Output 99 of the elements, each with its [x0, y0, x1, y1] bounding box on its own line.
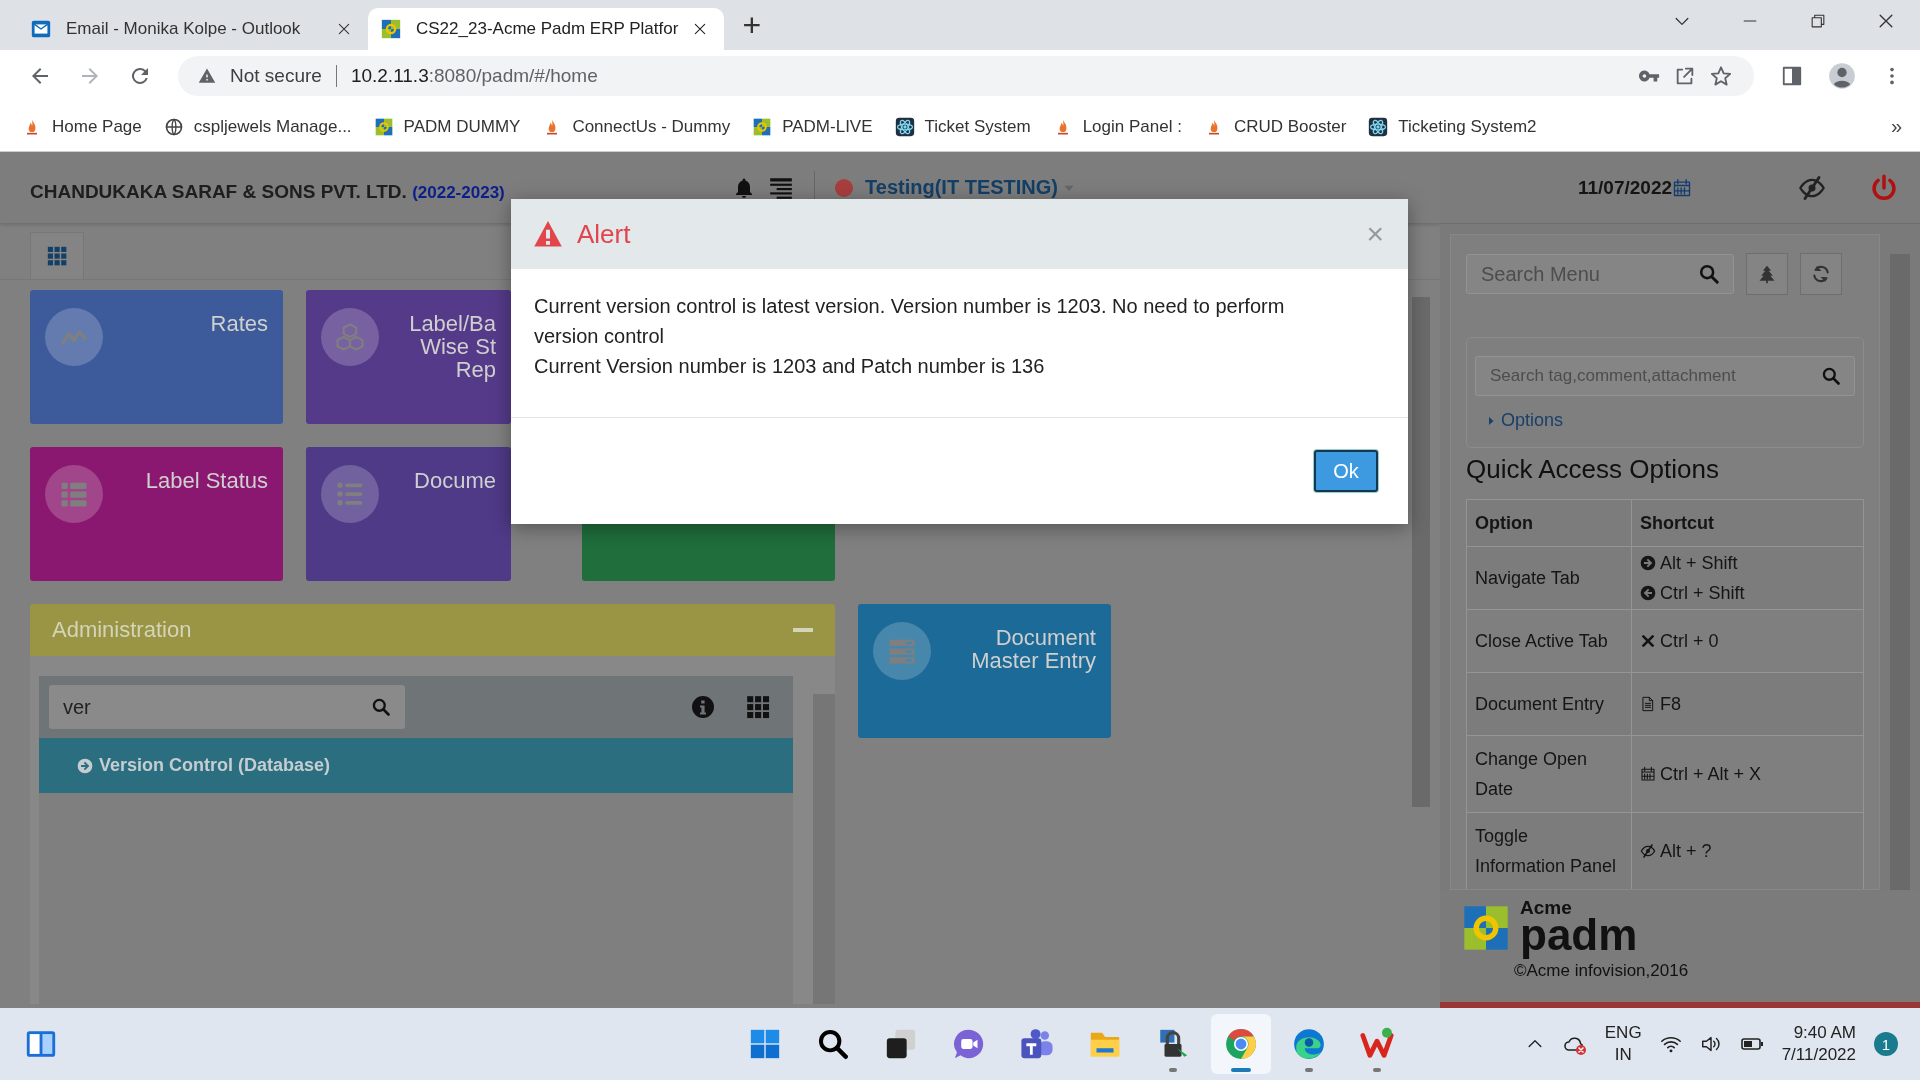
teams-logo-icon — [1020, 1027, 1055, 1061]
atom-icon — [1368, 116, 1389, 137]
globe-icon — [163, 116, 184, 137]
warning-icon — [198, 67, 216, 85]
arrow-circle-left-icon — [1640, 585, 1656, 601]
puzzle-logo-icon — [373, 116, 394, 137]
dashboard-tile[interactable]: Label/Ba Wise St Rep — [306, 290, 511, 424]
eye-slash-icon[interactable] — [1798, 173, 1826, 202]
puzzle-logo-icon — [752, 116, 773, 137]
dialog-title: Alert — [577, 218, 631, 250]
shortcut-text: Ctrl + 0 — [1640, 626, 1855, 656]
bookmark-link[interactable]: Ticketing System2 — [1368, 116, 1537, 137]
tree-icon — [1757, 264, 1777, 284]
dashboard-tile[interactable]: Document Master Entry — [858, 604, 1111, 738]
security-label: Not secure — [230, 65, 322, 87]
profile-icon[interactable] — [1828, 62, 1856, 90]
star-icon[interactable] — [1710, 65, 1732, 87]
eye-slash-icon — [1640, 843, 1656, 859]
notification-badge[interactable]: 1 — [1874, 1032, 1898, 1056]
bookmark-link[interactable]: Home Page — [22, 116, 142, 137]
tile-label: Wise St — [420, 335, 496, 359]
info-icon[interactable] — [691, 695, 715, 719]
search-icon[interactable] — [371, 697, 391, 717]
document-icon — [1640, 696, 1656, 712]
tile-label: Label/Ba — [409, 312, 496, 336]
bookmark-link[interactable]: ConnectUs - Dummy — [542, 116, 731, 137]
url-text: 10.2.11.3:8080/padm/#/home — [350, 65, 598, 87]
grid-icon — [46, 245, 68, 267]
arrow-circle-right-icon — [1640, 555, 1656, 571]
panel-title: Administration — [52, 617, 193, 643]
shortcut-text: Ctrl + Shift — [1640, 578, 1855, 608]
refresh-button[interactable] — [1800, 253, 1842, 295]
dashboard-tile[interactable]: Docume — [306, 447, 511, 581]
bookmark-link[interactable]: PADM DUMMY — [373, 116, 521, 137]
search-field[interactable]: Search Menu — [1466, 254, 1734, 294]
tile-label: Rep — [455, 358, 496, 382]
shortcut-text: Alt + ? — [1640, 836, 1855, 866]
tile-label: Rates — [210, 312, 268, 336]
column-header: Shortcut — [1631, 499, 1864, 547]
browser-tab[interactable]: Email - Monika Kolpe - Outlook — [18, 8, 368, 50]
edge-logo-icon — [1292, 1027, 1327, 1061]
table-cell: Change Open Date — [1466, 735, 1632, 813]
bookmark-link[interactable]: Login Panel : — [1052, 116, 1182, 137]
bookmark-link[interactable]: Ticket System — [894, 116, 1031, 137]
grid-icon[interactable] — [745, 694, 771, 720]
table-cell: Toggle Information Panel — [1466, 812, 1632, 889]
table-cell: Document Entry — [1466, 672, 1632, 736]
atom-icon — [894, 116, 915, 137]
bookmark-link[interactable]: CRUD Booster — [1203, 116, 1347, 137]
bookmark-link[interactable]: PADM-LIVE — [752, 116, 873, 137]
shortcut-text: Alt + Shift — [1640, 548, 1855, 578]
shortcut-text: Ctrl + Alt + X — [1640, 759, 1855, 789]
search-field[interactable]: Search tag,comment,attachment — [1475, 356, 1855, 396]
share-icon[interactable] — [1674, 65, 1696, 87]
puzzle-logo-icon — [380, 18, 402, 40]
calendar-icon[interactable] — [1672, 177, 1693, 198]
alert-message: Current version control is latest version. Version number is 1203. No need to perform version control — [534, 294, 1286, 349]
scrollbar[interactable] — [1412, 297, 1430, 807]
status-dot — [835, 178, 854, 197]
search-icon[interactable] — [1698, 263, 1720, 285]
tile-label: Docume — [414, 469, 496, 493]
clock[interactable]: 9:40 AM 7/11/2022 — [1781, 1021, 1856, 1067]
table-cell: Navigate Tab — [1466, 546, 1632, 610]
wps-logo-icon — [1360, 1027, 1395, 1061]
column-header: Option — [1466, 499, 1632, 547]
address-bar[interactable]: Not secure 10.2.11.3:8080/padm/#/home — [178, 56, 1754, 96]
new-tab-button[interactable]: + — [724, 7, 780, 50]
close-icon[interactable] — [336, 21, 352, 37]
arrow-circle-right-icon — [77, 757, 93, 774]
dashboard-tile[interactable]: Rates — [30, 290, 283, 424]
copyright-text: ©Acme infovision,2016 — [1514, 961, 1690, 981]
language-indicator[interactable]: ENG IN — [1604, 1021, 1642, 1067]
section-heading: Quick Access Options — [1466, 454, 1720, 485]
refresh-icon — [1811, 264, 1831, 284]
tile-label: Master Entry — [971, 649, 1096, 673]
bookmark-link[interactable]: cspljewels Manage... — [163, 116, 352, 137]
x-mark-icon — [1640, 633, 1656, 649]
company-title: CHANDUKAKA SARAF & SONS PVT. LTD. (2022-2023) — [30, 180, 505, 203]
tile-label: Document — [995, 626, 1096, 650]
side-panel-icon[interactable] — [1781, 65, 1803, 87]
calendar-icon — [1640, 766, 1656, 782]
browser-tab[interactable]: CS22_23-Acme Padm ERP Platfor — [368, 8, 725, 50]
tile-label: Label Status — [145, 469, 268, 493]
search-icon — [816, 1027, 851, 1061]
menu-item[interactable]: Version Control (Database) — [39, 738, 793, 793]
mail-logo-icon — [30, 18, 52, 40]
shortcut-text: F8 — [1640, 689, 1855, 719]
search-icon[interactable] — [1821, 366, 1841, 386]
more-bookmarks-button[interactable]: » — [1890, 115, 1902, 138]
cubes-icon — [335, 322, 365, 352]
alert-message: Current Version number is 1203 and Patch number is 136 — [534, 354, 1046, 379]
search-field[interactable]: ver — [49, 685, 405, 729]
grid-tab[interactable] — [30, 232, 84, 279]
warning-icon — [533, 219, 563, 249]
table-cell: Close Active Tab — [1466, 609, 1632, 673]
tree-button[interactable] — [1746, 253, 1788, 295]
dashboard-tile[interactable]: Label Status — [30, 447, 283, 581]
chrome-logo-icon — [1224, 1027, 1259, 1061]
date-text: 11/07/2022 — [1578, 176, 1673, 199]
